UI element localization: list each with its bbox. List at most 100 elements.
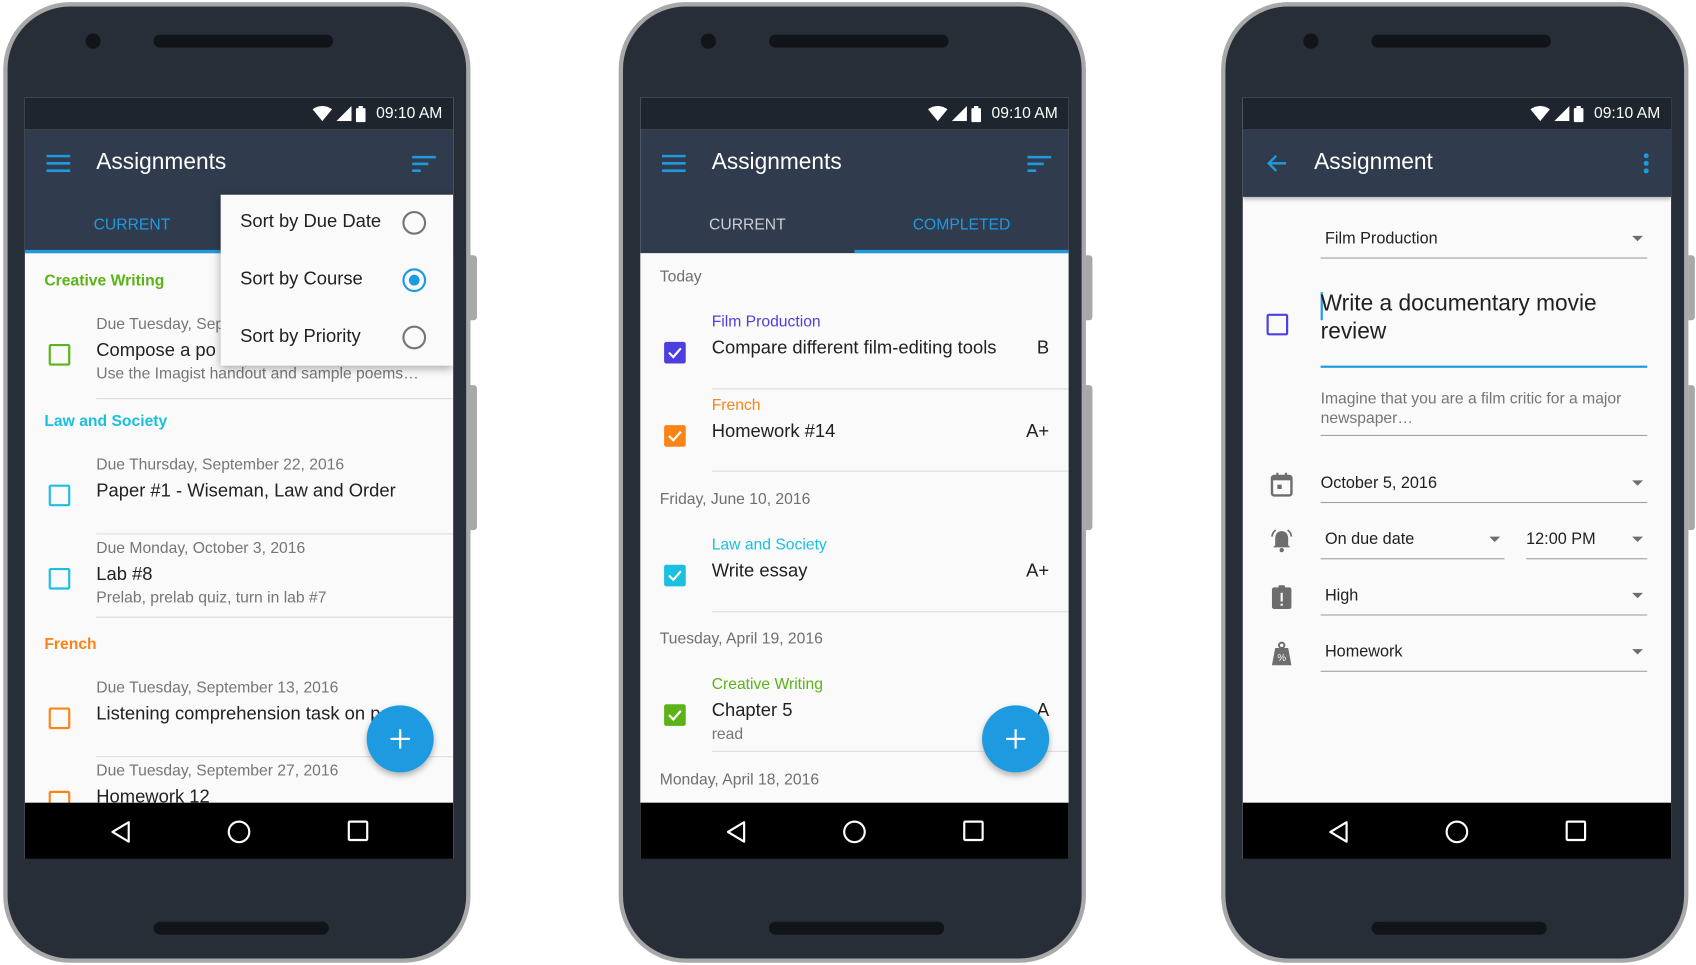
back-button[interactable] bbox=[1262, 149, 1290, 177]
front-camera bbox=[1303, 33, 1319, 49]
sort-option-label: Sort by Priority bbox=[240, 325, 361, 347]
assignment-form: Film Production Write a documentary movi… bbox=[1243, 197, 1671, 803]
screen: 09:10 AM Assignment Film Production Writ… bbox=[1242, 97, 1672, 859]
earpiece-speaker bbox=[769, 34, 949, 48]
signal-icon bbox=[951, 106, 967, 122]
section-date: Tuesday, April 19, 2016 bbox=[659, 630, 823, 648]
checkbox-checked[interactable] bbox=[664, 704, 686, 726]
plus-icon bbox=[390, 729, 410, 749]
list-item[interactable]: Due Monday, October 3, 2016 Lab #8 Prela… bbox=[25, 540, 453, 616]
alarm-bell-icon bbox=[1271, 529, 1293, 553]
sort-button[interactable] bbox=[1025, 149, 1053, 177]
reminder-select[interactable]: On due date bbox=[1320, 521, 1505, 560]
menu-button[interactable] bbox=[44, 149, 72, 177]
type-select[interactable]: Homework bbox=[1320, 634, 1648, 672]
earpiece-speaker bbox=[153, 34, 334, 48]
assignment-title: Paper #1 - Wiseman, Law and Order bbox=[96, 480, 396, 501]
battery-icon bbox=[1573, 105, 1584, 122]
radio-button[interactable] bbox=[402, 210, 427, 235]
tab-completed[interactable]: COMPLETED bbox=[854, 197, 1069, 254]
checkbox[interactable] bbox=[48, 567, 71, 590]
due-date-value: October 5, 2016 bbox=[1320, 473, 1437, 493]
reminder-time-value: 12:00 PM bbox=[1526, 530, 1596, 549]
checkbox[interactable] bbox=[48, 790, 71, 803]
due-date: Due Thursday, September 22, 2016 bbox=[96, 456, 345, 474]
assignment-title: Homework #14 bbox=[711, 420, 836, 442]
assignment-note: read bbox=[711, 725, 744, 744]
radio-button[interactable] bbox=[402, 325, 427, 350]
signal-icon bbox=[336, 106, 352, 122]
home-nav-icon[interactable] bbox=[843, 820, 867, 844]
dropdown-arrow-icon bbox=[1632, 649, 1643, 655]
checkbox[interactable] bbox=[48, 484, 71, 507]
phone-assignment-detail: 09:10 AM Assignment Film Production Writ… bbox=[1221, 2, 1695, 963]
assignment-title: Compose a po bbox=[96, 339, 216, 361]
list-item[interactable]: Due Thursday, September 22, 2016 Paper #… bbox=[25, 457, 453, 511]
assignment-title-input[interactable]: Write a documentary movie review bbox=[1320, 288, 1648, 368]
wifi-icon bbox=[312, 106, 332, 122]
checkbox[interactable] bbox=[48, 707, 71, 730]
due-date: Due Tuesday, September 13, 2016 bbox=[96, 679, 339, 697]
grade: A+ bbox=[1026, 420, 1050, 442]
description-input[interactable]: Imagine that you are a film critic for a… bbox=[1320, 387, 1648, 436]
menu-button[interactable] bbox=[660, 149, 688, 177]
status-bar: 09:10 AM bbox=[640, 97, 1069, 130]
course-select[interactable]: Film Production bbox=[1320, 221, 1648, 259]
arrow-back-icon bbox=[1267, 154, 1287, 172]
checkbox-checked[interactable] bbox=[664, 564, 686, 587]
more-vert-icon bbox=[1643, 153, 1649, 174]
reminder-time-select[interactable]: 12:00 PM bbox=[1526, 521, 1648, 560]
section-date: Today bbox=[659, 268, 702, 286]
due-date-select[interactable]: October 5, 2016 bbox=[1320, 465, 1648, 504]
priority-select[interactable]: High bbox=[1320, 578, 1648, 616]
course-name: Film Production bbox=[711, 313, 821, 332]
checkmark-icon bbox=[668, 430, 682, 442]
home-nav-icon[interactable] bbox=[1445, 820, 1469, 844]
calendar-icon bbox=[1270, 472, 1293, 497]
recents-nav-icon[interactable] bbox=[963, 820, 985, 842]
due-date: Due Tuesday, Sep bbox=[96, 315, 225, 334]
sort-option-due-date[interactable]: Sort by Due Date bbox=[221, 195, 454, 251]
dropdown-arrow-icon bbox=[1489, 536, 1501, 542]
list-item[interactable]: Film Production Compare different film-e… bbox=[640, 314, 1068, 368]
back-nav-icon[interactable] bbox=[725, 820, 747, 844]
wifi-icon bbox=[1530, 106, 1550, 122]
status-bar: 09:10 AM bbox=[1242, 97, 1672, 130]
dropdown-arrow-icon bbox=[1632, 235, 1643, 242]
battery-icon bbox=[355, 105, 366, 122]
add-assignment-button[interactable] bbox=[366, 705, 434, 773]
sort-button[interactable] bbox=[410, 149, 438, 177]
sort-option-course[interactable]: Sort by Course bbox=[221, 252, 454, 308]
add-assignment-button[interactable] bbox=[982, 705, 1050, 773]
recents-nav-icon[interactable] bbox=[347, 820, 369, 842]
home-nav-icon[interactable] bbox=[227, 820, 251, 844]
radio-button-selected[interactable] bbox=[402, 268, 427, 293]
power-button bbox=[1085, 385, 1093, 531]
tab-current[interactable]: CURRENT bbox=[640, 197, 854, 253]
sort-option-priority[interactable]: Sort by Priority bbox=[221, 309, 454, 365]
divider bbox=[96, 398, 454, 400]
type-value: Homework bbox=[1324, 642, 1403, 661]
back-nav-icon[interactable] bbox=[109, 820, 131, 844]
checkmark-icon bbox=[668, 347, 682, 359]
hamburger-icon bbox=[46, 154, 71, 173]
checkbox-checked[interactable] bbox=[664, 425, 686, 447]
screen: 09:10 AM Assignments CURRENT COMPLETED bbox=[24, 97, 454, 859]
tab-bar: CURRENT COMPLETED bbox=[640, 197, 1069, 254]
volume-button bbox=[1085, 255, 1093, 321]
checkbox[interactable] bbox=[48, 344, 71, 366]
course-name: Creative Writing bbox=[711, 676, 823, 694]
assignment-note: Use the Imagist handout and sample poems… bbox=[96, 365, 419, 383]
divider bbox=[711, 388, 1069, 390]
front-camera bbox=[85, 33, 101, 49]
course-header-law-and-society: Law and Society bbox=[44, 413, 168, 431]
completion-checkbox[interactable] bbox=[1266, 313, 1289, 336]
recents-nav-icon[interactable] bbox=[1565, 820, 1587, 842]
list-item[interactable]: French Homework #14 A+ bbox=[640, 397, 1068, 451]
earpiece-speaker bbox=[1371, 34, 1552, 48]
list-item[interactable]: Law and Society Write essay A+ bbox=[640, 537, 1068, 591]
checkbox-checked[interactable] bbox=[664, 341, 686, 364]
back-nav-icon[interactable] bbox=[1327, 820, 1349, 844]
more-options-button[interactable] bbox=[1632, 149, 1660, 177]
tab-current[interactable]: CURRENT bbox=[24, 197, 240, 254]
